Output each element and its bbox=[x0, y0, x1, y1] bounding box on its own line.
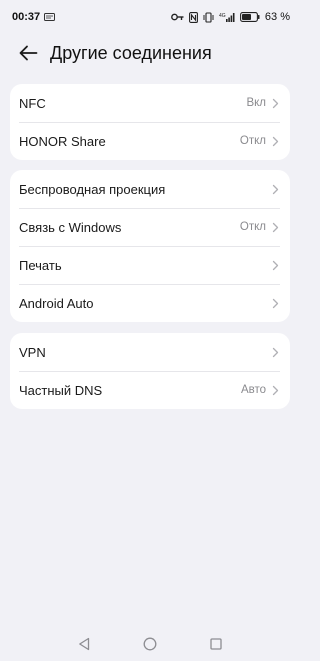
settings-group-devices: Беспроводная проекция Связь с Windows От… bbox=[10, 170, 290, 322]
key-icon bbox=[171, 13, 184, 21]
nav-home-button[interactable] bbox=[142, 636, 158, 652]
row-nfc[interactable]: NFC Вкл bbox=[10, 84, 290, 122]
chevron-right-icon bbox=[270, 97, 280, 109]
row-value: Откл bbox=[239, 221, 266, 233]
home-circle-icon bbox=[143, 637, 157, 651]
signal-4g-icon: 4G bbox=[219, 12, 235, 23]
nfc-icon bbox=[188, 11, 198, 23]
row-label: Частный DNS bbox=[19, 382, 103, 398]
nav-back-button[interactable] bbox=[76, 636, 92, 652]
system-nav-bar bbox=[0, 627, 300, 661]
message-icon bbox=[44, 13, 56, 21]
row-label: Печать bbox=[19, 257, 62, 273]
settings-group-network: VPN Частный DNS Авто bbox=[10, 333, 290, 409]
nav-recents-button[interactable] bbox=[208, 636, 224, 652]
row-printing[interactable]: Печать bbox=[10, 246, 290, 284]
back-triangle-icon bbox=[78, 637, 90, 651]
row-label: VPN bbox=[19, 344, 46, 360]
row-value: Вкл bbox=[246, 97, 266, 109]
page-title: Другие соединения bbox=[50, 42, 212, 63]
recents-square-icon bbox=[210, 638, 222, 650]
back-button[interactable] bbox=[16, 41, 40, 65]
chevron-right-icon bbox=[270, 183, 280, 195]
row-label: NFC bbox=[19, 95, 46, 111]
row-value: Откл bbox=[239, 135, 266, 147]
page-header: Другие соединения bbox=[0, 38, 300, 68]
battery-icon bbox=[239, 12, 260, 22]
row-value: Авто bbox=[240, 384, 266, 396]
row-link-to-windows[interactable]: Связь с Windows Откл bbox=[10, 208, 290, 246]
vibrate-icon bbox=[203, 11, 214, 23]
row-label: HONOR Share bbox=[19, 133, 106, 149]
row-honor-share[interactable]: HONOR Share Откл bbox=[10, 122, 290, 160]
chevron-right-icon bbox=[270, 384, 280, 396]
settings-group-sharing: NFC Вкл HONOR Share Откл bbox=[10, 84, 290, 160]
status-time: 00:37 bbox=[12, 11, 41, 23]
row-android-auto[interactable]: Android Auto bbox=[10, 284, 290, 322]
battery-percent: 63 % bbox=[264, 11, 290, 23]
chevron-right-icon bbox=[270, 297, 280, 309]
chevron-right-icon bbox=[270, 135, 280, 147]
chevron-right-icon bbox=[270, 221, 280, 233]
status-right: 4G 63 % bbox=[171, 11, 290, 23]
chevron-right-icon bbox=[270, 259, 280, 271]
row-label: Связь с Windows bbox=[19, 219, 122, 235]
row-vpn[interactable]: VPN bbox=[10, 333, 290, 371]
svg-text:4G: 4G bbox=[219, 13, 226, 19]
status-bar: 00:37 4G 63 % bbox=[0, 0, 300, 34]
status-left: 00:37 bbox=[12, 11, 56, 23]
arrow-left-icon bbox=[18, 45, 38, 61]
row-wireless-projection[interactable]: Беспроводная проекция bbox=[10, 170, 290, 208]
row-label: Беспроводная проекция bbox=[19, 181, 166, 197]
chevron-right-icon bbox=[270, 346, 280, 358]
row-label: Android Auto bbox=[19, 295, 94, 311]
row-private-dns[interactable]: Частный DNS Авто bbox=[10, 371, 290, 409]
